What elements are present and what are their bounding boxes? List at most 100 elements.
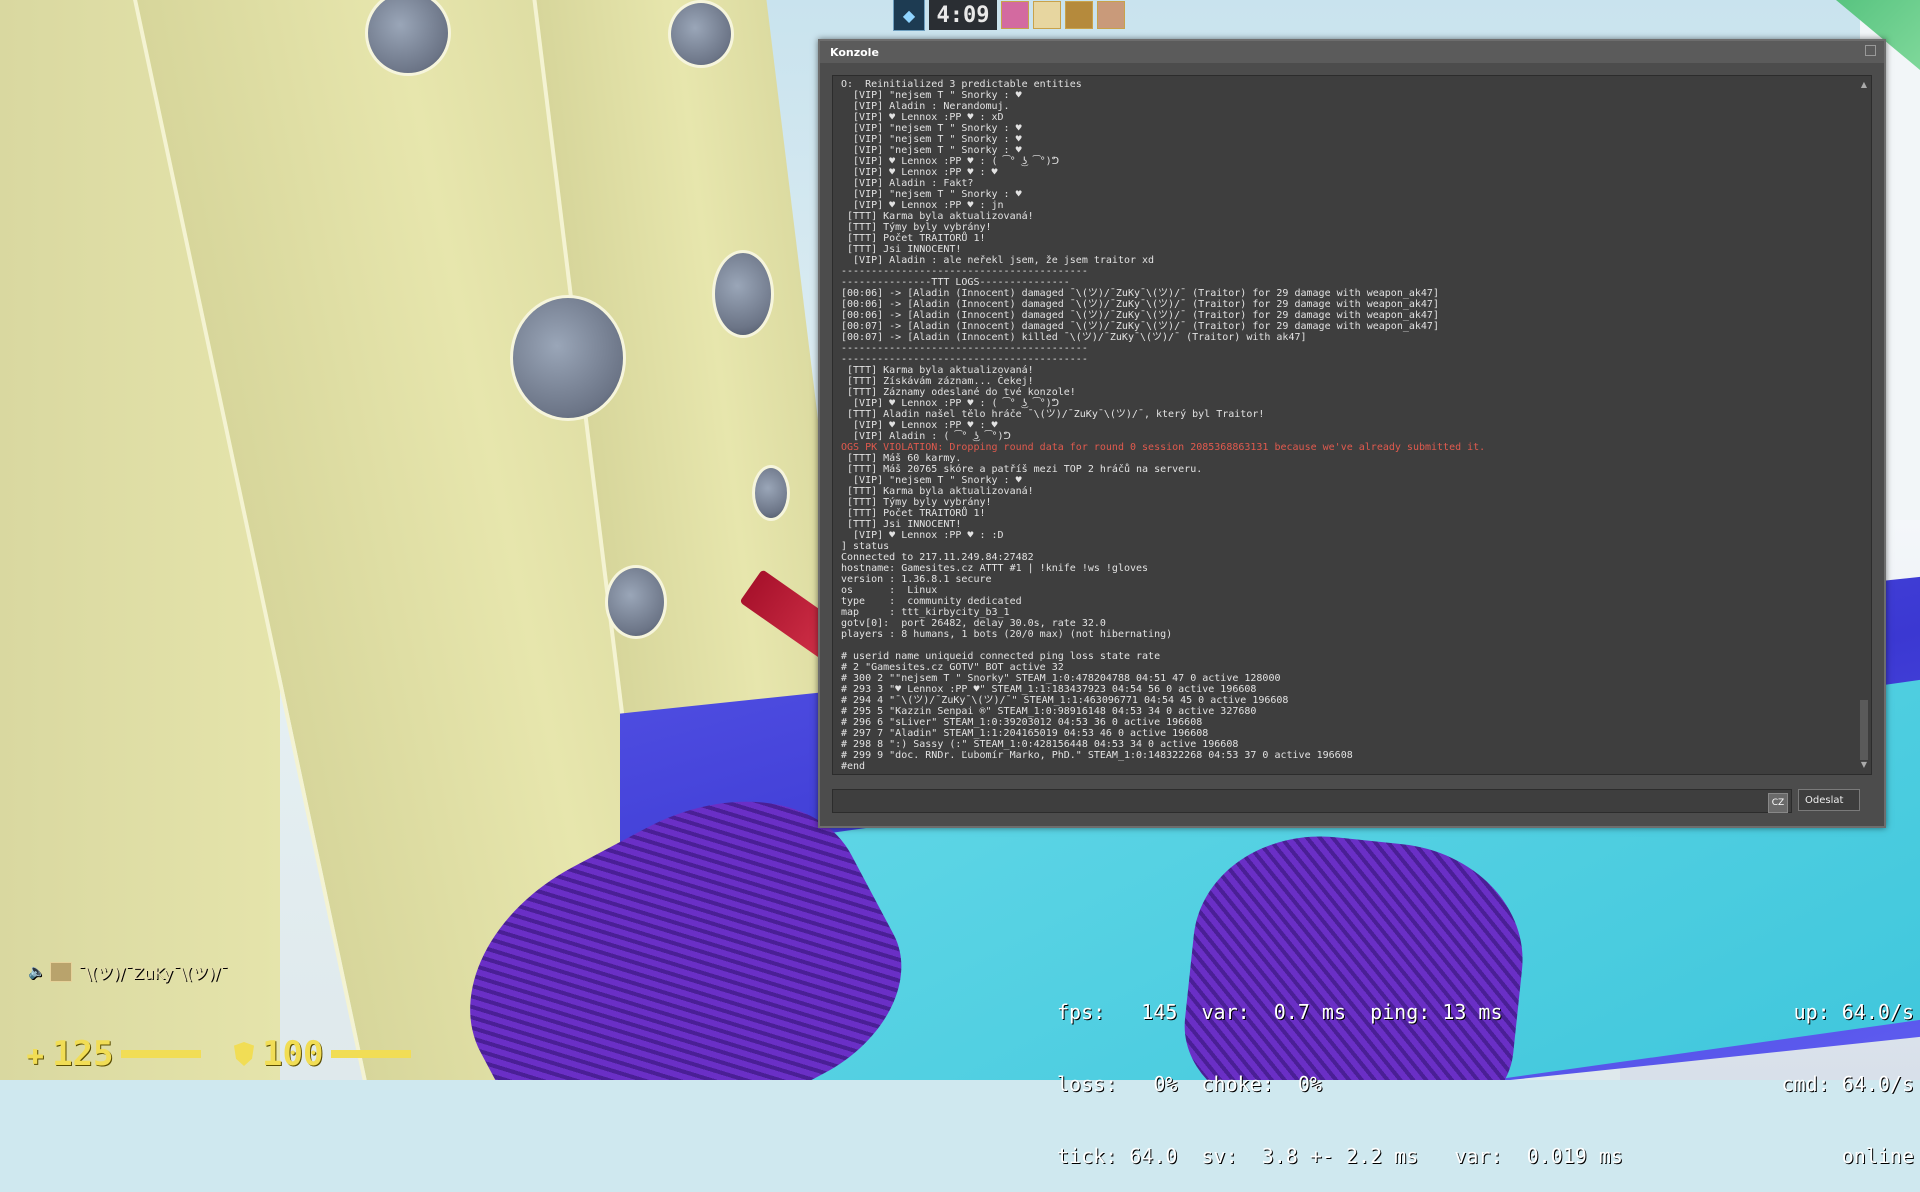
console-output[interactable]: O: Reinitialized 3 predictable entities … xyxy=(832,75,1872,775)
console-line: [TTT] Máš 20765 skóre a patříš mezi TOP … xyxy=(841,464,1203,475)
console-line: type : community dedicated xyxy=(841,596,1022,607)
voice-indicator: 🔈 ¯\(ツ)/¯ZuKy¯\(ツ)/¯ xyxy=(28,960,228,984)
console-line: [VIP] ♥ Lennox :PP ♥ : ( ͡° ͜ʖ ͡°)ᕤ xyxy=(841,398,1059,409)
console-line: [TTT] Počet TRAITORŮ 1! xyxy=(841,233,986,244)
scroll-thumb[interactable] xyxy=(1860,700,1868,760)
netgraph-line: loss: 0% choke: 0% xyxy=(1057,1072,1322,1096)
console-line: [TTT] Týmy byly vybrány! xyxy=(841,222,992,233)
console-titlebar[interactable]: Konzole xyxy=(820,41,1884,63)
console-line: # 293 3 "♥ Lennox :PP ♥" STEAM_1:1:18343… xyxy=(841,684,1257,695)
console-line: [VIP] "nejsem T " Snorky : ♥ xyxy=(841,90,1022,101)
language-indicator: CZ xyxy=(1768,793,1788,813)
round-timer: 4:09 xyxy=(929,0,997,30)
speaker-icon: 🔈 xyxy=(28,964,46,980)
console-line: ] status xyxy=(841,541,890,552)
player-avatar xyxy=(1033,1,1061,29)
console-line: [VIP] "nejsem T " Snorky : ♥ xyxy=(841,475,1022,486)
console-line: [TTT] Záznamy odeslané do tvé konzole! xyxy=(841,387,1076,398)
console-line: [TTT] Jsi INNOCENT! xyxy=(841,519,962,530)
console-line: [00:06] -> [Aladin (Innocent) damaged ¯\… xyxy=(841,310,1439,321)
scroll-down-icon[interactable]: ▼ xyxy=(1859,760,1869,770)
console-line: [TTT] Karma byla aktualizovaná! xyxy=(841,365,1034,376)
console-line: [00:07] -> [Aladin (Innocent) killed ¯\(… xyxy=(841,332,1307,343)
console-window: Konzole O: Reinitialized 3 predictable e… xyxy=(818,39,1886,828)
team-icon: ◆ xyxy=(893,0,925,31)
armor-display: 100 xyxy=(234,1034,412,1074)
console-line: ----------------------------------------… xyxy=(841,266,1088,277)
console-line: Connected to 217.11.249.84:27482 xyxy=(841,552,1034,563)
wall-porthole xyxy=(510,295,626,421)
console-line: [VIP] Aladin : ale neřekl jsem, že jsem … xyxy=(841,255,1155,266)
top-hud: ◆ 4:09 xyxy=(893,0,1125,31)
console-line: [TTT] Máš 60 karmy. xyxy=(841,453,962,464)
console-line: [VIP] Aladin : Nerandomuj. xyxy=(841,101,1010,112)
console-line: # 298 8 ":) Sassy (:" STEAM_1:0:42815644… xyxy=(841,739,1239,750)
console-line: # 299 9 "doc. RNDr. Ľubomír Marko, PhD."… xyxy=(841,750,1353,761)
wall-porthole xyxy=(712,250,774,338)
console-line: [VIP] ♥ Lennox :PP ♥ : jn xyxy=(841,200,1004,211)
wall-porthole xyxy=(605,565,667,639)
console-line: [TTT] Karma byla aktualizovaná! xyxy=(841,211,1034,222)
console-line: [00:06] -> [Aladin (Innocent) damaged ¯\… xyxy=(841,288,1439,299)
console-line: players : 8 humans, 1 bots (20/0 max) (n… xyxy=(841,629,1173,640)
console-line: [VIP] "nejsem T " Snorky : ♥ xyxy=(841,123,1022,134)
console-line: # 294 4 "¯\(ツ)/¯ZuKy¯\(ツ)/¯" STEAM_1:1:4… xyxy=(841,695,1289,706)
console-line: os : Linux xyxy=(841,585,938,596)
close-icon[interactable] xyxy=(1865,45,1876,56)
console-line: [00:06] -> [Aladin (Innocent) damaged ¯\… xyxy=(841,299,1439,310)
netgraph-line: cmd: 64.0/s xyxy=(1781,1072,1914,1096)
console-line: [TTT] Počet TRAITORŮ 1! xyxy=(841,508,986,519)
console-line: [TTT] Získávám záznam... Čekej! xyxy=(841,376,1034,387)
wall-porthole xyxy=(752,465,790,521)
scroll-up-icon[interactable]: ▲ xyxy=(1859,80,1869,90)
armor-bar xyxy=(331,1050,412,1058)
console-input[interactable] xyxy=(832,789,1792,813)
player-avatar xyxy=(1097,1,1125,29)
netgraph-line: up: 64.0/s xyxy=(1793,1000,1914,1024)
netgraph-stats: fps: 145 var: 0.7 ms ping: 13 ms loss: 0… xyxy=(1057,952,1623,1192)
console-line: ----------------------------------------… xyxy=(841,354,1088,365)
netgraph-line: tick: 64.0 sv: 3.8 +- 2.2 ms var: 0.019 … xyxy=(1057,1144,1623,1168)
console-line: [VIP] ♥ Lennox :PP ♥ : ♥ xyxy=(841,420,998,431)
console-line: [VIP] Aladin : ( ͡° ͜ʖ ͡°)ᕤ xyxy=(841,431,1011,442)
console-line: # 297 7 "Aladin" STEAM_1:1:204165019 04:… xyxy=(841,728,1209,739)
netgraph-line: online xyxy=(1841,1144,1914,1168)
voice-player-name: ¯\(ツ)/¯ZuKy¯\(ツ)/¯ xyxy=(78,964,229,983)
health-bar xyxy=(121,1050,202,1058)
netgraph-rates: up: 64.0/s cmd: 64.0/s online xyxy=(1782,952,1914,1192)
console-line: # 295 5 "Kazzin Senpai ®" STEAM_1:0:9891… xyxy=(841,706,1257,717)
console-line: [VIP] ♥ Lennox :PP ♥ : xD xyxy=(841,112,1004,123)
console-line: version : 1.36.8.1 secure xyxy=(841,574,992,585)
console-line: [TTT] Karma byla aktualizovaná! xyxy=(841,486,1034,497)
console-line: gotv[0]: port 26482, delay 30.0s, rate 3… xyxy=(841,618,1106,629)
console-line: [TTT] Jsi INNOCENT! xyxy=(841,244,962,255)
console-line: [VIP] ♥ Lennox :PP ♥ : ( ͡° ͜ʖ ͡°)ᕤ xyxy=(841,156,1059,167)
console-line: ---------------TTT LOGS--------------- xyxy=(841,277,1070,288)
console-line: [VIP] "nejsem T " Snorky : ♥ xyxy=(841,145,1022,156)
armor-shield-icon xyxy=(234,1042,254,1066)
wall-porthole xyxy=(668,0,734,68)
avatar xyxy=(50,962,72,982)
console-line: #end xyxy=(841,761,866,772)
console-log-lines: O: Reinitialized 3 predictable entities … xyxy=(833,76,1871,772)
console-line: # 300 2 ""nejsem T " Snorky" STEAM_1:0:4… xyxy=(841,673,1281,684)
console-line: O: Reinitialized 3 predictable entities xyxy=(841,79,1082,90)
console-line: ----------------------------------------… xyxy=(841,343,1088,354)
player-avatar xyxy=(1001,1,1029,29)
health-value: 125 xyxy=(52,1034,114,1074)
console-line: [TTT] Aladin našel tělo hráče ¯\(ツ)/¯ZuK… xyxy=(841,409,1265,420)
console-line: [VIP] ♥ Lennox :PP ♥ : ♥ xyxy=(841,167,998,178)
console-line: OGS PK VIOLATION: Dropping round data fo… xyxy=(841,442,1486,453)
console-line: [VIP] "nejsem T " Snorky : ♥ xyxy=(841,134,1022,145)
netgraph-line: fps: 145 var: 0.7 ms ping: 13 ms xyxy=(1057,1000,1503,1024)
console-line: [TTT] Týmy byly vybrány! xyxy=(841,497,992,508)
console-line: [VIP] ♥ Lennox :PP ♥ : :D xyxy=(841,530,1004,541)
scrollbar[interactable]: ▲ ▼ xyxy=(1859,80,1869,770)
console-line: hostname: Gamesites.cz ATTT #1 | !knife … xyxy=(841,563,1149,574)
console-line: # 2 "Gamesites.cz GOTV" BOT active 32 xyxy=(841,662,1064,673)
send-button[interactable]: Odeslat xyxy=(1798,789,1860,811)
console-line: # 296 6 "sLiver" STEAM_1:0:39203012 04:5… xyxy=(841,717,1203,728)
health-cross-icon: ✚ xyxy=(26,1036,45,1072)
armor-value: 100 xyxy=(262,1034,324,1074)
